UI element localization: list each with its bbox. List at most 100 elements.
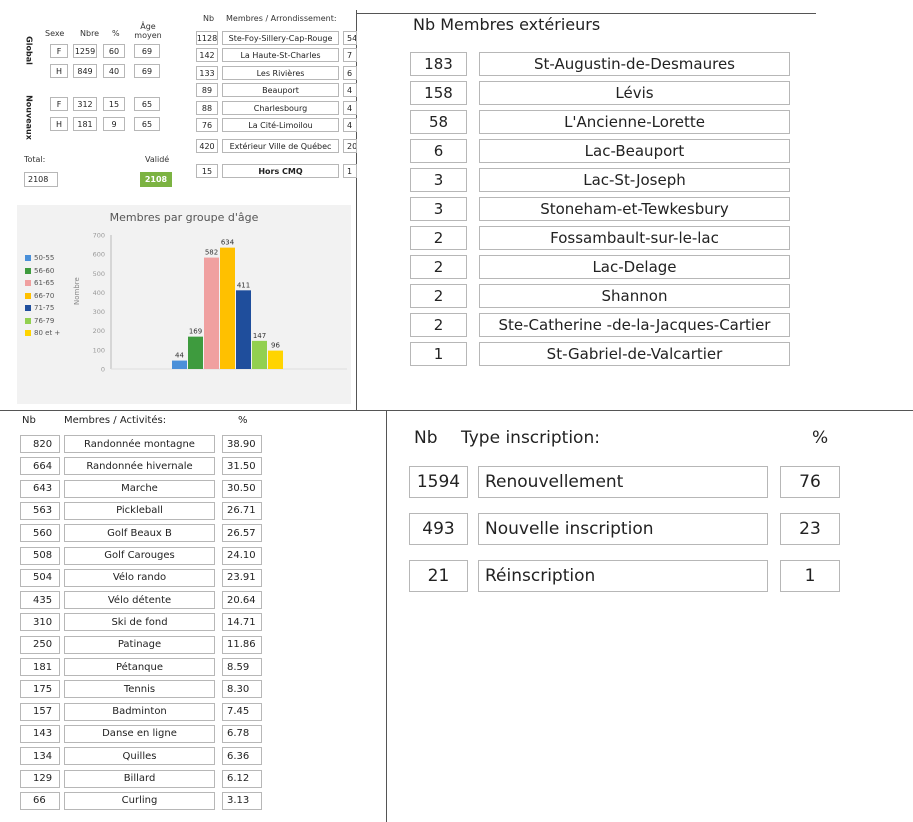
- act-header-pct: %: [238, 415, 248, 426]
- bar-value-label: 96: [271, 342, 280, 350]
- arr-nb-0: 1128: [196, 31, 218, 45]
- header-nbre: Nbre: [80, 29, 100, 38]
- act-name: Marche: [64, 479, 215, 498]
- act-nb: 504: [20, 568, 60, 587]
- ext-nb: 3: [410, 197, 467, 221]
- ext-name: Ste-Catherine -de-la-Jacques-Cartier: [479, 313, 790, 337]
- bar-50-55: [172, 360, 187, 369]
- act-pct: 31.50: [222, 457, 262, 476]
- ext-name: L'Ancienne-Lorette: [479, 110, 790, 134]
- header-age: Âge moyen: [134, 22, 162, 40]
- arr-pct-1: 7: [343, 48, 357, 62]
- act-nb: 129: [20, 769, 60, 788]
- act-nb: 66: [20, 791, 60, 810]
- ins-type: Nouvelle inscription: [478, 513, 768, 545]
- act-name: Patinage: [64, 635, 215, 654]
- y-tick-label: 200: [93, 327, 105, 335]
- gs-nbre-1: 849: [73, 64, 97, 78]
- ext-name: Lac-Delage: [479, 255, 790, 279]
- ext-nb: 3: [410, 168, 467, 192]
- y-tick-label: 300: [93, 308, 105, 316]
- arr-name-5: La Cité-Limoilou: [222, 118, 339, 132]
- gs-sexe-3: H: [50, 117, 68, 131]
- arr-nb-7: 15: [196, 164, 218, 178]
- bar-71-75: [236, 290, 251, 369]
- bar-value-label: 634: [221, 239, 235, 247]
- ext-name: Stoneham-et-Tewkesbury: [479, 197, 790, 221]
- valide-value: 2108: [140, 172, 172, 187]
- ins-pct: 1: [780, 560, 840, 592]
- y-tick-label: 600: [93, 251, 105, 259]
- gs-nbre-3: 181: [73, 117, 97, 131]
- act-pct: 7.45: [222, 702, 262, 721]
- act-name: Tennis: [64, 680, 215, 699]
- act-name: Golf Carouges: [64, 546, 215, 565]
- y-tick-label: 700: [93, 232, 105, 240]
- act-nb: 250: [20, 635, 60, 654]
- arr-nb-3: 89: [196, 83, 218, 97]
- act-nb: 310: [20, 613, 60, 632]
- arr-name-7: Hors CMQ: [222, 164, 339, 178]
- gs-sexe-1: H: [50, 64, 68, 78]
- act-pct: 6.36: [222, 747, 262, 766]
- chart-plot: 0 100 200 300 400 500 600 700 44 169 582634 411 147 9…: [93, 232, 347, 374]
- act-nb: 435: [20, 591, 60, 610]
- arr-pct-5: 4: [343, 118, 357, 132]
- ext-nb: 2: [410, 284, 467, 308]
- gs-age-0: 69: [134, 44, 160, 58]
- act-nb: 181: [20, 658, 60, 676]
- arr-pct-7: 1: [343, 164, 357, 178]
- ins-pct: 76: [780, 466, 840, 498]
- gs-nbre-2: 312: [73, 97, 97, 111]
- header-sexe: Sexe: [45, 29, 65, 38]
- bar-value-label: 411: [237, 281, 250, 289]
- bar-76-79: [252, 340, 267, 369]
- act-name: Ski de fond: [64, 613, 215, 632]
- arr-nb-1: 142: [196, 48, 218, 62]
- y-tick-label: 400: [93, 289, 105, 297]
- ext-nb: 2: [410, 313, 467, 337]
- act-pct: 3.13: [222, 791, 262, 810]
- gs-pct-2: 15: [103, 97, 125, 111]
- ext-name: Lac-Beauport: [479, 139, 790, 163]
- act-header-name: Membres / Activités:: [64, 415, 167, 426]
- gs-pct-0: 60: [103, 44, 125, 58]
- bar-56-60: [188, 336, 203, 369]
- ext-nb: 158: [410, 81, 467, 105]
- header-pct: %: [112, 29, 120, 38]
- act-name: Danse en ligne: [64, 724, 215, 743]
- act-pct: 30.50: [222, 479, 262, 498]
- arr-name-1: La Haute-St-Charles: [222, 48, 339, 62]
- ins-nb: 493: [409, 513, 468, 545]
- bar-61-65: [204, 257, 219, 369]
- ins-nb: 21: [409, 560, 468, 592]
- gs-pct-1: 40: [103, 64, 125, 78]
- arr-pct-4: 4: [343, 101, 357, 115]
- gs-nbre-0: 1259: [73, 44, 97, 58]
- ext-header: Nb Membres extérieurs: [413, 15, 601, 34]
- ins-nb: 1594: [409, 466, 468, 498]
- arr-name-3: Beauport: [222, 83, 339, 97]
- ext-nb: 58: [410, 110, 467, 134]
- gs-sexe-2: F: [50, 97, 68, 111]
- arr-name-2: Les Rivières: [222, 66, 339, 80]
- valide-label: Validé: [145, 155, 170, 164]
- arr-nb-6: 420: [196, 139, 218, 153]
- act-nb: 560: [20, 524, 60, 543]
- bar-66-70: [220, 247, 235, 369]
- act-pct: 26.57: [222, 524, 262, 543]
- act-header-nb: Nb: [22, 415, 36, 426]
- act-pct: 8.59: [222, 658, 262, 676]
- bar-value-label: 169: [189, 328, 202, 336]
- ins-header-type: Type inscription:: [461, 428, 600, 448]
- global-label: Global: [24, 36, 34, 65]
- act-pct: 11.86: [222, 635, 262, 654]
- act-name: Quilles: [64, 747, 215, 766]
- act-nb: 175: [20, 680, 60, 699]
- act-pct: 6.78: [222, 724, 262, 743]
- act-name: Badminton: [64, 702, 215, 721]
- ext-name: Shannon: [479, 284, 790, 308]
- act-pct: 14.71: [222, 613, 262, 632]
- ext-name: Lac-St-Joseph: [479, 168, 790, 192]
- act-nb: 820: [20, 435, 60, 453]
